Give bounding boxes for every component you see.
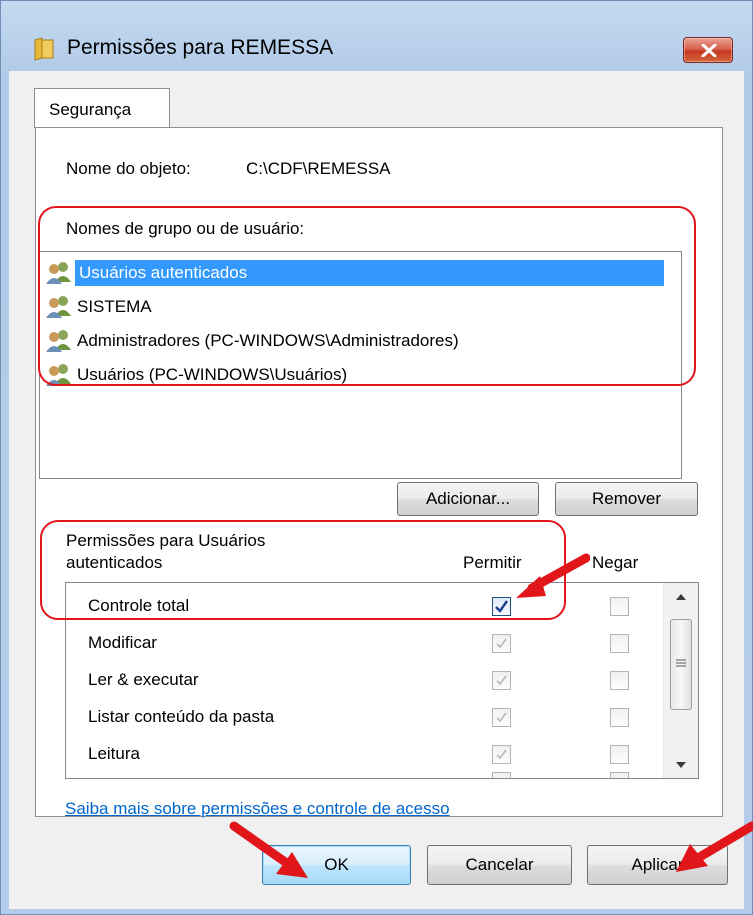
permissions-dialog: Permissões para REMESSA Segurança Nome d… [0, 0, 753, 915]
object-name-label: Nome do objeto: [66, 159, 191, 178]
list-item[interactable]: Administradores (PC-WINDOWS\Administrado… [43, 325, 679, 357]
permission-name: Modificar [88, 633, 157, 652]
allow-checkbox [492, 745, 511, 764]
scroll-down-arrow-icon[interactable] [675, 761, 687, 769]
permissions-scrollbar[interactable] [663, 583, 698, 778]
deny-checkbox[interactable] [610, 634, 629, 653]
permission-row: Ler & executar [66, 661, 671, 698]
permission-name: Ler & executar [88, 670, 199, 689]
permission-row-partial [66, 772, 671, 778]
tab-label: Segurança [49, 100, 132, 119]
permission-name: Leitura [88, 744, 140, 763]
apply-button[interactable]: Aplicar [587, 845, 728, 885]
allow-column-header: Permitir [463, 553, 522, 572]
scroll-thumb[interactable] [670, 619, 692, 710]
allow-checkbox [492, 708, 511, 727]
checkmark-icon [496, 749, 507, 760]
object-name-value: C:\CDF\REMESSA [246, 159, 391, 178]
checkmark-icon [496, 638, 507, 649]
cancel-button[interactable]: Cancelar [427, 845, 572, 885]
deny-checkbox[interactable] [610, 708, 629, 727]
permission-row: Leitura [66, 735, 671, 772]
list-item[interactable]: Usuários (PC-WINDOWS\Usuários) [43, 359, 679, 391]
deny-checkbox[interactable] [610, 671, 629, 690]
tab-seguranca[interactable]: Segurança [34, 88, 170, 128]
allow-checkbox[interactable] [492, 597, 511, 616]
permission-name: Listar conteúdo da pasta [88, 707, 275, 726]
grip-icon [676, 659, 686, 667]
permissions-title-2: autenticados [66, 553, 163, 572]
groups-listbox[interactable]: Usuários autenticados SISTEMA Administra… [39, 251, 682, 479]
deny-checkbox[interactable] [610, 745, 629, 764]
ok-button[interactable]: OK [262, 845, 411, 885]
deny-checkbox[interactable] [610, 772, 629, 778]
groups-label: Nomes de grupo ou de usuário: [66, 219, 305, 238]
list-item[interactable]: Usuários autenticados [43, 257, 679, 289]
close-icon [701, 44, 717, 57]
title-bar[interactable]: Permissões para REMESSA [1, 1, 752, 71]
checkmark-icon [496, 712, 507, 723]
permissions-title: Permissões para Usuários [66, 531, 266, 550]
add-button[interactable]: Adicionar... [397, 482, 539, 516]
help-link[interactable]: Saiba mais sobre permissões e controle d… [65, 799, 450, 819]
group-name: Usuários autenticados [75, 260, 664, 286]
group-name: SISTEMA [77, 297, 152, 316]
remove-button[interactable]: Remover [555, 482, 698, 516]
window-title: Permissões para REMESSA [67, 36, 334, 59]
allow-checkbox [492, 634, 511, 653]
permission-name: Controle total [88, 596, 190, 615]
users-group-icon [43, 294, 77, 320]
close-button[interactable] [683, 37, 733, 63]
users-group-icon [43, 328, 77, 354]
dialog-client-area: Segurança Nome do objeto: C:\CDF\REMESSA… [9, 71, 744, 909]
group-name: Usuários (PC-WINDOWS\Usuários) [77, 365, 348, 384]
permissions-list[interactable]: Controle total Modificar Ler & executar [65, 582, 699, 779]
permission-row: Listar conteúdo da pasta [66, 698, 671, 735]
deny-checkbox[interactable] [610, 597, 629, 616]
allow-checkbox [492, 671, 511, 690]
checkmark-icon [496, 675, 507, 686]
scroll-up-arrow-icon[interactable] [675, 593, 687, 601]
users-group-icon [43, 362, 77, 388]
deny-column-header: Negar [592, 553, 639, 572]
list-item[interactable]: SISTEMA [43, 291, 679, 323]
checkmark-icon [495, 600, 508, 613]
permission-row: Controle total [66, 587, 671, 624]
folder-icon [34, 37, 54, 61]
allow-checkbox [492, 772, 511, 778]
permission-row: Modificar [66, 624, 671, 661]
group-name: Administradores (PC-WINDOWS\Administrado… [77, 331, 459, 350]
users-group-icon [43, 260, 77, 286]
